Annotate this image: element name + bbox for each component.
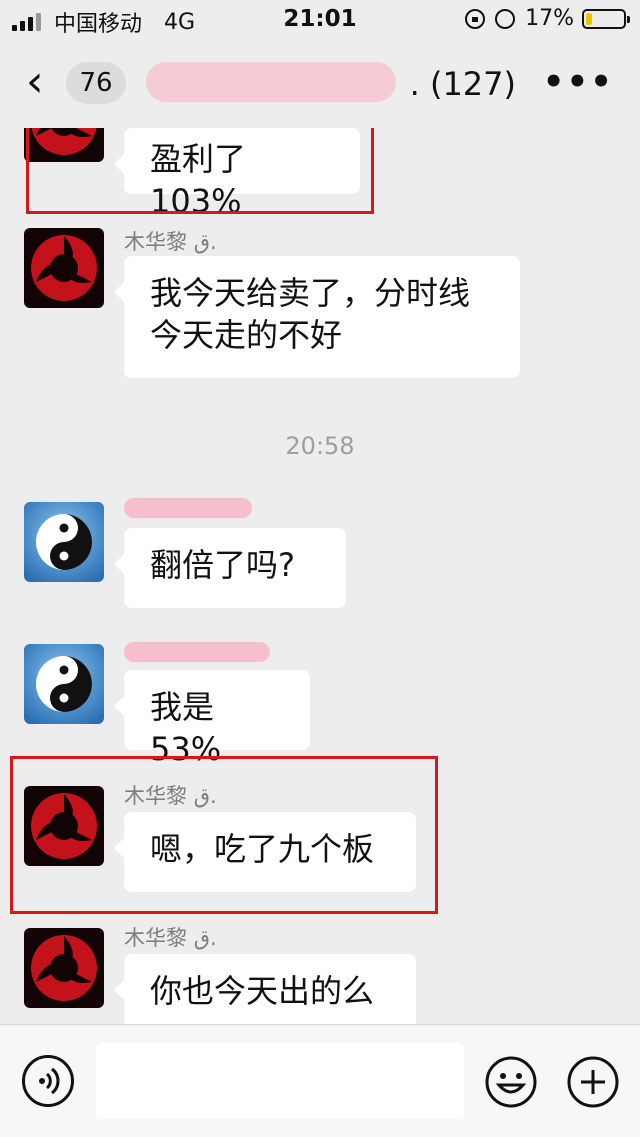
chat-header: ‹ 76 . (127) ••• [0,40,640,128]
unread-count-badge[interactable]: 76 [66,62,126,104]
plus-icon[interactable] [566,1055,620,1109]
yin-yang-avatar[interactable] [24,644,104,724]
timestamp: 20:58 [285,432,355,460]
sharingan-avatar[interactable] [24,928,104,1008]
message-text-line: 我今天给卖了，分时线 [150,274,471,312]
rotation-lock-icon [465,8,486,29]
sender-name-redaction [124,498,252,518]
yin-yang-avatar[interactable] [24,502,104,582]
message-list[interactable]: 盈利了103% 木华黎 ق. 我今天给卖了，分时线 今天走的不好 20:58 翻… [0,128,640,1024]
message-bubble[interactable]: 我今天给卖了，分时线 今天走的不好 [114,256,520,378]
message-text-line: 今天走的不好 [150,316,343,354]
battery-level [586,12,592,25]
message-text: 你也今天出的么 [150,972,375,1010]
battery-percent: 17% [525,6,574,31]
message-bubble[interactable]: 翻倍了吗? [114,528,346,608]
emoji-icon[interactable] [484,1055,538,1109]
highlight-box [10,756,438,914]
highlight-box [26,128,374,214]
message-input[interactable] [96,1043,464,1119]
title-redaction [146,62,396,102]
sender-name: 木华黎 ق. [124,926,217,950]
voice-icon[interactable] [22,1055,74,1107]
input-bar [0,1024,640,1137]
message-bubble[interactable]: 我是53% [114,670,310,768]
sharingan-avatar[interactable] [24,228,104,308]
message-bubble[interactable]: 你也今天出的么 [114,954,416,1024]
sender-name: 木华黎 ق. [124,230,217,254]
alarm-icon [495,8,516,29]
more-icon[interactable]: ••• [543,62,614,102]
status-bar: 中国移动 4G 21:01 17% [0,0,640,40]
message-text: 翻倍了吗? [150,546,295,584]
sender-name-redaction [124,642,270,662]
battery-icon [582,8,630,29]
back-chevron-icon[interactable]: ‹ [26,58,44,106]
